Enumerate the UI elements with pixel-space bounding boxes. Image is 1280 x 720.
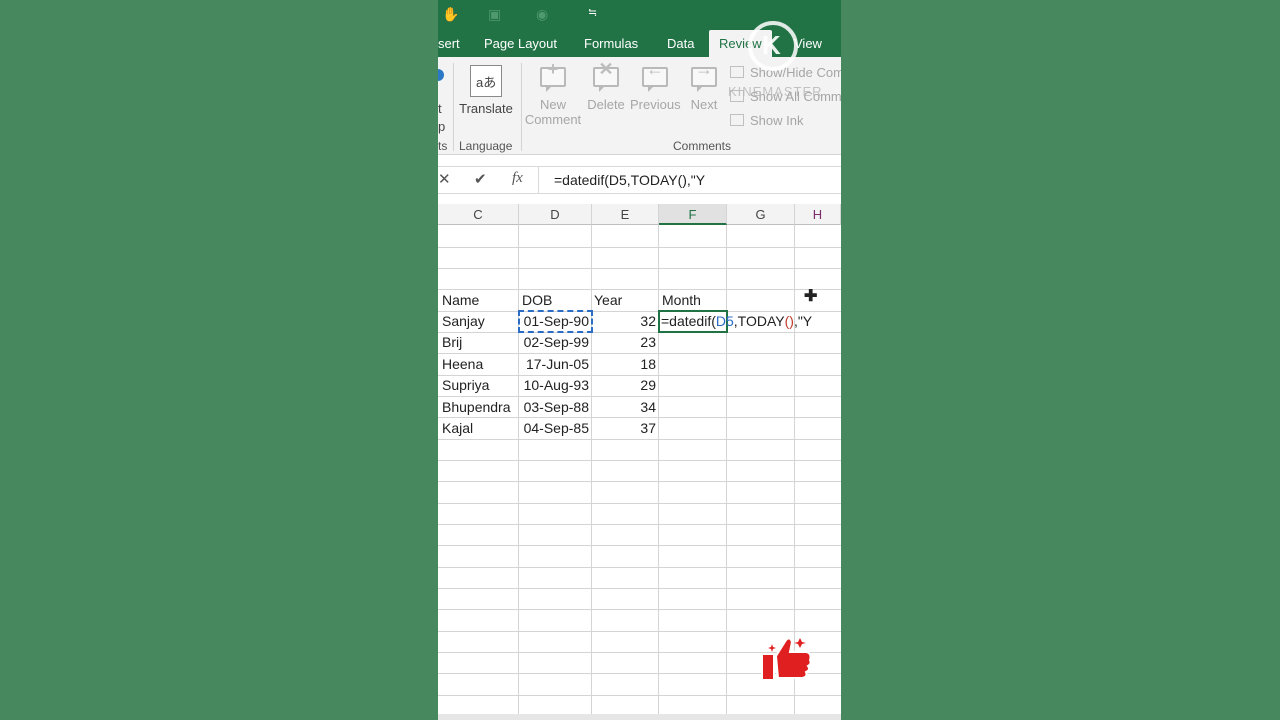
header-name: Name — [442, 292, 480, 308]
column-header-f[interactable]: F — [659, 204, 727, 225]
new-comment-label: New — [539, 97, 566, 112]
truncated-group-label: ts — [438, 139, 448, 153]
grid-line — [658, 225, 659, 720]
column-header-g[interactable]: G — [727, 204, 795, 225]
excel-window: ✋ ▣ ◉ ≒ sert Page Layout Formulas Data R… — [438, 0, 841, 720]
delete-comment-icon: ✕ — [591, 59, 621, 93]
camera-icon[interactable]: ◉ — [536, 6, 548, 23]
grid-line — [438, 289, 841, 290]
form-icon[interactable]: ▣ — [488, 6, 501, 23]
previous-comment-button[interactable]: ← Previous — [630, 59, 681, 112]
cell-name: Supriya — [442, 377, 490, 393]
tab-data[interactable]: Data — [667, 30, 694, 57]
tab-insert[interactable]: sert — [438, 30, 460, 57]
new-comment-button[interactable]: + New Comment — [522, 59, 584, 127]
cell-name: Heena — [442, 356, 484, 372]
truncated-label-2: p — [438, 119, 446, 134]
grid-line — [438, 247, 841, 248]
enter-icon[interactable]: ✔ — [474, 170, 487, 188]
cell-name: Sanjay — [442, 313, 485, 329]
grid-line — [438, 268, 841, 269]
tab-page-layout[interactable]: Page Layout — [484, 30, 557, 57]
show-ink-button[interactable]: Show Ink — [730, 113, 803, 128]
smart-lookup-icon[interactable] — [438, 69, 444, 81]
ribbon-review: t p ts aあ Translate Language + New Comme… — [438, 57, 841, 155]
formula-bar: ✕ ✔ fx =datedif(D5,TODAY(),"Y — [438, 166, 841, 194]
kinemaster-watermark: KINEMASTER — [728, 84, 823, 99]
show-ink-icon — [730, 114, 744, 126]
cell-name: Bhupendra — [442, 399, 511, 415]
grid-line — [591, 225, 592, 720]
grid-line — [438, 439, 841, 440]
column-header-h[interactable]: H — [795, 204, 841, 225]
formula-bar-controls: ✕ ✔ fx — [438, 167, 538, 193]
cell-name: Brij — [442, 334, 463, 350]
grid-line — [438, 545, 841, 546]
next-comment-icon: → — [689, 59, 719, 93]
left-backdrop — [0, 0, 438, 720]
grid-line — [518, 225, 519, 720]
cell-dob: 17-Jun-05 — [525, 356, 589, 372]
grid-line — [438, 567, 841, 568]
cell-name: Kajal — [442, 420, 474, 436]
delete-comment-button[interactable]: ✕ Delete — [586, 59, 626, 112]
grid-line — [438, 695, 841, 696]
translate-label: Translate — [459, 101, 513, 116]
cell-dob: 10-Aug-93 — [523, 377, 589, 393]
customize-toolbar-icon[interactable]: ≒ — [588, 6, 597, 19]
new-comment-label-2: Comment — [524, 112, 582, 127]
cancel-icon[interactable]: ✕ — [438, 170, 451, 188]
group-separator — [453, 63, 454, 151]
horizontal-scrollbar[interactable] — [438, 714, 841, 720]
show-hide-comment-icon — [730, 66, 744, 78]
cell-year: 34 — [640, 399, 656, 415]
grid-line — [438, 631, 841, 632]
column-header-e[interactable]: E — [592, 204, 659, 225]
tab-view[interactable]: View — [794, 30, 822, 57]
right-backdrop — [841, 0, 1280, 720]
cell-dob: 02-Sep-99 — [523, 334, 589, 350]
formula-bar-divider — [538, 167, 539, 193]
grid-line — [438, 588, 841, 589]
grid-line — [726, 225, 727, 720]
language-group-label: Language — [459, 139, 513, 153]
header-year: Year — [594, 292, 623, 308]
cell-year: 18 — [640, 356, 656, 372]
grid-line — [438, 609, 841, 610]
column-header-c[interactable]: C — [438, 204, 519, 225]
delete-comment-label: Delete — [587, 97, 625, 112]
previous-comment-label: Previous — [630, 97, 681, 112]
grid-line — [438, 503, 841, 504]
comments-group-label: Comments — [673, 139, 732, 153]
translate-icon: aあ — [470, 65, 502, 97]
cell-year: 37 — [640, 420, 656, 436]
touch-mode-icon[interactable]: ✋ — [442, 6, 459, 23]
grid-line — [438, 460, 841, 461]
header-dob: DOB — [522, 292, 553, 308]
next-comment-label: Next — [690, 97, 718, 112]
cell-dob: 04-Sep-85 — [523, 420, 589, 436]
next-comment-button[interactable]: → Next — [684, 59, 724, 112]
column-header-d[interactable]: D — [519, 204, 592, 225]
previous-comment-icon: ← — [640, 59, 670, 93]
thumbs-up-icon — [761, 637, 812, 681]
truncated-label-1: t — [438, 101, 442, 116]
cell-cursor-icon: ✚ — [804, 288, 818, 305]
insert-function-icon[interactable]: fx — [512, 170, 523, 187]
grid-line — [438, 524, 841, 525]
cell-dob: 03-Sep-88 — [523, 399, 589, 415]
cell-year: 32 — [640, 313, 656, 329]
reference-highlight — [518, 310, 593, 333]
kinemaster-logo-letter: K — [762, 30, 781, 60]
grid-line — [438, 481, 841, 482]
formula-input[interactable]: =datedif(D5,TODAY(),"Y — [554, 172, 705, 188]
header-month: Month — [662, 292, 701, 308]
tab-formulas[interactable]: Formulas — [584, 30, 638, 57]
cell-edit-formula[interactable]: =datedif(D5,TODAY(),"Y — [661, 311, 812, 332]
new-comment-icon: + — [538, 59, 568, 93]
cell-year: 23 — [640, 334, 656, 350]
translate-button[interactable]: aあ Translate — [458, 65, 514, 116]
cell-year: 29 — [640, 377, 656, 393]
